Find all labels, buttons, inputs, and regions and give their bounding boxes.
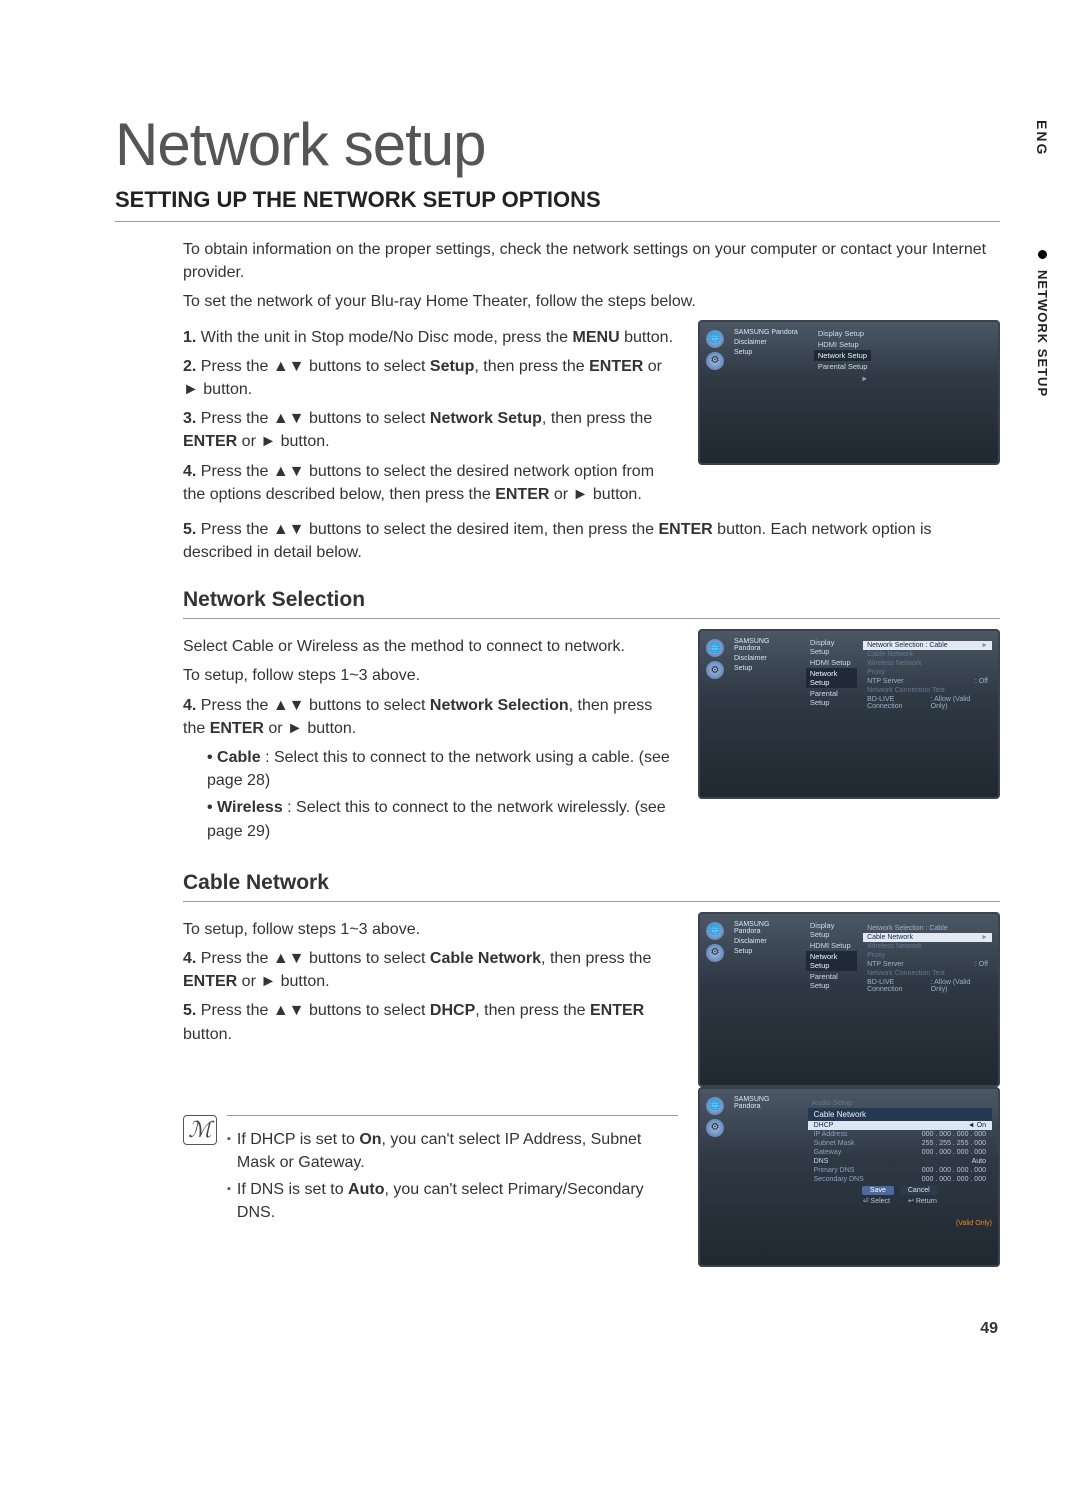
tv-screenshot-setup-menu: 🌐 ⚙ SAMSUNG Pandora Disclaimer Setup Dis… — [698, 320, 1000, 465]
ns-bullet-wireless: Wireless : Select this to connect to the… — [207, 796, 678, 842]
page-title: Network setup — [115, 110, 1000, 179]
globe-icon: 🌐 — [706, 330, 724, 348]
cancel-button-label: Cancel — [900, 1186, 938, 1195]
ns-intro: Select Cable or Wireless as the method t… — [183, 635, 678, 658]
step-3: 3. Press the ▲▼ buttons to select Networ… — [183, 407, 678, 453]
chevron-right-icon: ► — [981, 934, 988, 941]
globe-icon: 🌐 — [706, 922, 724, 940]
step-4: 4. Press the ▲▼ buttons to select the de… — [183, 460, 678, 506]
step-5: 5. Press the ▲▼ buttons to select the de… — [183, 518, 1000, 564]
note-icon: ℳ — [183, 1115, 217, 1145]
chevron-right-icon: ► — [861, 374, 868, 383]
globe-icon: 🌐 — [706, 639, 724, 657]
intro-paragraph-2: To set the network of your Blu-ray Home … — [183, 290, 1000, 313]
gear-icon: ⚙ — [706, 944, 724, 962]
ns-setup-ref: To setup, follow steps 1~3 above. — [183, 664, 678, 687]
globe-icon: 🌐 — [706, 1097, 724, 1115]
step-1: 1. With the unit in Stop mode/No Disc mo… — [183, 326, 678, 349]
subsection-network-selection: Network Selection — [183, 588, 1000, 619]
tv-screenshot-network-selection: 🌐 ⚙ SAMSUNG Pandora Disclaimer Setup Dis… — [698, 629, 1000, 799]
tv-screenshot-cable-network-menu: 🌐 ⚙ SAMSUNG Pandora Disclaimer Setup Dis… — [698, 912, 1000, 1087]
subsection-cable-network: Cable Network — [183, 871, 1000, 902]
gear-icon: ⚙ — [706, 1119, 724, 1137]
cn-setup-ref: To setup, follow steps 1~3 above. — [183, 918, 678, 941]
ns-step-4: 4. Press the ▲▼ buttons to select Networ… — [183, 694, 678, 740]
chevron-right-icon: ► — [981, 642, 988, 649]
cn-step-5: 5. Press the ▲▼ buttons to select DHCP, … — [183, 999, 678, 1045]
ns-bullet-cable: Cable : Select this to connect to the ne… — [207, 746, 678, 792]
cn-step-4: 4. Press the ▲▼ buttons to select Cable … — [183, 947, 678, 993]
page-number: 49 — [980, 1320, 998, 1338]
gear-icon: ⚙ — [706, 352, 724, 370]
valid-only-label: (Valid Only) — [956, 1220, 992, 1227]
intro-paragraph-1: To obtain information on the proper sett… — [183, 238, 1000, 284]
step-2: 2. Press the ▲▼ buttons to select Setup,… — [183, 355, 678, 401]
gear-icon: ⚙ — [706, 661, 724, 679]
note-2: ▪If DNS is set to Auto, you can't select… — [227, 1178, 678, 1224]
section-heading: SETTING UP THE NETWORK SETUP OPTIONS — [115, 187, 1000, 222]
note-1: ▪If DHCP is set to On, you can't select … — [227, 1128, 678, 1174]
save-button-label: Save — [862, 1186, 894, 1195]
tv-screenshot-cable-network-dhcp: 🌐 ⚙ SAMSUNG Pandora Audio Setup Cable Ne… — [698, 1087, 1000, 1267]
